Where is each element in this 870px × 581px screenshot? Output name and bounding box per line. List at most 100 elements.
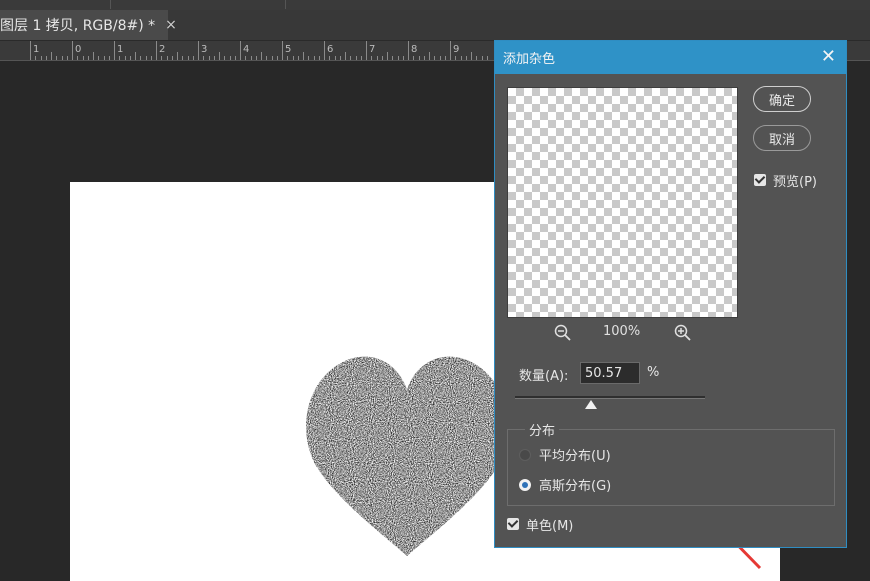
preview-checkbox[interactable] — [754, 174, 766, 186]
dialog-title: 添加杂色 — [503, 52, 556, 67]
ruler-minor-tick — [355, 56, 357, 60]
ruler-minor-tick — [82, 56, 84, 60]
ruler-minor-tick — [56, 56, 58, 60]
ruler-minor-tick — [98, 56, 100, 60]
monochromatic-checkbox[interactable] — [507, 518, 519, 530]
amount-slider-thumb[interactable] — [585, 400, 597, 409]
ruler-major-tick — [114, 41, 115, 60]
ruler-label: 6 — [327, 44, 334, 55]
ruler-minor-tick — [45, 56, 47, 60]
ruler-minor-tick — [208, 56, 210, 60]
monochromatic-checkbox-label[interactable]: 单色(M) — [526, 515, 573, 534]
ruler-minor-tick — [171, 56, 173, 60]
ruler-minor-tick — [250, 56, 252, 60]
filter-preview[interactable] — [507, 87, 738, 318]
amount-slider-track[interactable] — [515, 396, 705, 399]
panel-strip-segment — [115, 0, 286, 9]
ruler-minor-tick — [329, 56, 331, 60]
uniform-radio[interactable] — [519, 449, 531, 461]
ruler-label: 0 — [75, 44, 82, 55]
ruler-major-tick — [30, 41, 31, 60]
ruler-minor-tick — [161, 56, 163, 60]
ruler-minor-tick — [297, 56, 299, 60]
ruler-minor-tick — [203, 56, 205, 60]
zoom-level: 100% — [603, 324, 641, 339]
zoom-out-icon[interactable] — [553, 323, 573, 343]
ruler-minor-tick — [219, 52, 220, 60]
amount-input[interactable] — [580, 362, 640, 384]
document-tab-title: 图层 1 拷贝, RGB/8#) * — [0, 18, 156, 34]
ruler-label: 3 — [201, 44, 208, 55]
ruler-minor-tick — [392, 56, 394, 60]
ruler-minor-tick — [213, 56, 215, 60]
tab-close-icon[interactable]: × — [165, 17, 177, 33]
distribution-legend: 分布 — [525, 420, 560, 439]
ruler-minor-tick — [87, 56, 89, 60]
ok-button[interactable]: 确定 — [753, 86, 811, 112]
ruler-minor-tick — [271, 56, 273, 60]
zoom-in-icon[interactable] — [673, 323, 693, 343]
gaussian-radio[interactable] — [519, 479, 531, 491]
ruler-minor-tick — [182, 56, 184, 60]
ruler-minor-tick — [229, 56, 231, 60]
ruler-minor-tick — [423, 56, 425, 60]
preview-zoom-controls: 100% — [553, 321, 693, 345]
ruler-minor-tick — [350, 56, 352, 60]
ruler-minor-tick — [376, 56, 378, 60]
ruler-minor-tick — [418, 56, 420, 60]
ruler-minor-tick — [339, 56, 341, 60]
amount-unit: % — [647, 365, 660, 380]
ruler-minor-tick — [66, 56, 68, 60]
ruler-major-tick — [156, 41, 157, 60]
ruler-minor-tick — [465, 56, 467, 60]
ruler-label: 1 — [117, 44, 124, 55]
ruler-minor-tick — [51, 52, 52, 60]
ruler-label: 4 — [243, 44, 250, 55]
ruler-minor-tick — [166, 56, 168, 60]
ruler-minor-tick — [61, 56, 63, 60]
add-noise-dialog: 添加杂色 ✕ 100% 确定 取消 预览(P) 数量(A): % 分布 平均分布… — [494, 40, 847, 548]
ruler-major-tick — [324, 41, 325, 60]
ruler-minor-tick — [145, 56, 147, 60]
ruler-minor-tick — [397, 56, 399, 60]
ruler-major-tick — [366, 41, 367, 60]
ruler-minor-tick — [135, 52, 136, 60]
ruler-label: 9 — [453, 44, 460, 55]
preview-checkbox-label[interactable]: 预览(P) — [773, 171, 817, 190]
ruler-major-tick — [240, 41, 241, 60]
ruler-minor-tick — [187, 56, 189, 60]
ruler-minor-tick — [287, 56, 289, 60]
uniform-radio-label[interactable]: 平均分布(U) — [539, 445, 611, 464]
ruler-minor-tick — [261, 52, 262, 60]
ruler-minor-tick — [308, 56, 310, 60]
amount-label: 数量(A): — [519, 369, 569, 384]
ruler-minor-tick — [40, 56, 42, 60]
noisy-heart-shape — [306, 356, 508, 556]
ruler-minor-tick — [476, 56, 478, 60]
ruler-label: 1 — [33, 44, 40, 55]
ruler-major-tick — [72, 41, 73, 60]
ruler-minor-tick — [381, 56, 383, 60]
ruler-minor-tick — [444, 56, 446, 60]
ruler-minor-tick — [234, 56, 236, 60]
ruler-minor-tick — [481, 56, 483, 60]
close-icon[interactable]: ✕ — [821, 47, 836, 67]
ruler-minor-tick — [93, 52, 94, 60]
ruler-major-tick — [408, 41, 409, 60]
ruler-minor-tick — [255, 56, 257, 60]
document-tab[interactable]: 图层 1 拷贝, RGB/8#) * × — [0, 10, 177, 40]
ruler-label: 2 — [159, 44, 166, 55]
ruler-label: 5 — [285, 44, 292, 55]
ruler-minor-tick — [402, 56, 404, 60]
ruler-minor-tick — [108, 56, 110, 60]
dialog-title-bar[interactable]: 添加杂色 ✕ — [495, 41, 846, 74]
ruler-minor-tick — [119, 56, 121, 60]
ruler-label: 8 — [411, 44, 418, 55]
ruler-major-tick — [198, 41, 199, 60]
cancel-button[interactable]: 取消 — [753, 125, 811, 151]
gaussian-radio-label[interactable]: 高斯分布(G) — [539, 475, 611, 494]
ruler-minor-tick — [345, 52, 346, 60]
ruler-minor-tick — [150, 56, 152, 60]
ruler-minor-tick — [434, 56, 436, 60]
ruler-minor-tick — [140, 56, 142, 60]
